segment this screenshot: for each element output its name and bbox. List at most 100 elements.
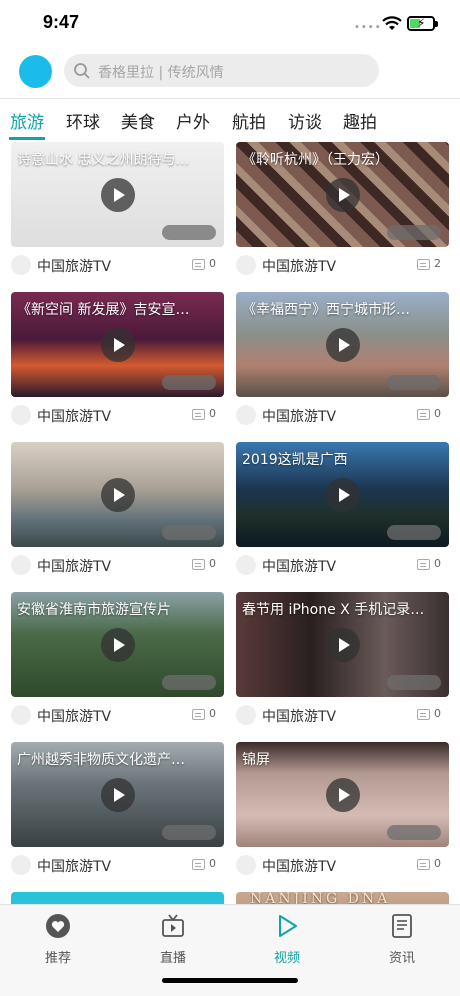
- category-tabs: 旅游 环球 美食 户外 航拍 访谈 趣拍: [0, 100, 460, 140]
- video-title: 《聆听杭州》（王力宏）: [242, 152, 389, 168]
- video-source: 中国旅游TV: [37, 409, 112, 425]
- comment-icon: [417, 709, 430, 720]
- comment-count: 0: [434, 557, 441, 570]
- tab-food[interactable]: 美食: [121, 108, 155, 133]
- duration-badge: [162, 225, 216, 240]
- nav-recommend[interactable]: 推荐: [18, 913, 98, 966]
- nav-news[interactable]: 资讯: [362, 913, 442, 966]
- comment-icon: [192, 559, 205, 570]
- source-avatar: [236, 405, 256, 425]
- comment-icon: [192, 859, 205, 870]
- duration-badge: [387, 375, 441, 390]
- comment-count: 0: [434, 407, 441, 420]
- video-card[interactable]: 广州越秀非物质文化遗产… 中国旅游TV 0: [11, 742, 224, 882]
- play-icon[interactable]: [326, 328, 360, 362]
- video-title: 锦屏: [242, 752, 270, 768]
- search-bar[interactable]: 香格里拉 | 传统风情: [64, 54, 379, 87]
- video-meta: 中国旅游TV 0: [11, 255, 224, 275]
- play-icon: [279, 915, 297, 937]
- play-icon[interactable]: [101, 328, 135, 362]
- play-icon[interactable]: [326, 478, 360, 512]
- play-icon[interactable]: [101, 628, 135, 662]
- video-card[interactable]: 《幸福西宁》西宁城市形… 中国旅游TV 0: [236, 292, 449, 432]
- duration-badge: [387, 525, 441, 540]
- tv-icon: [162, 914, 184, 937]
- wifi-icon: [382, 16, 402, 30]
- comment-icon: [417, 259, 430, 270]
- video-card[interactable]: NANJING DNA: [236, 892, 449, 904]
- header-divider: [0, 98, 460, 99]
- video-card[interactable]: 安徽省淮南市旅游宣传片 中国旅游TV 0: [11, 592, 224, 732]
- video-thumbnail[interactable]: 安徽省淮南市旅游宣传片: [11, 592, 224, 697]
- video-title: 2019这凯是广西: [242, 452, 348, 468]
- video-source: 中国旅游TV: [37, 559, 112, 575]
- source-avatar: [236, 855, 256, 875]
- tab-outdoor[interactable]: 户外: [176, 108, 210, 133]
- video-thumbnail[interactable]: [11, 442, 224, 547]
- comment-icon: [192, 409, 205, 420]
- video-thumbnail[interactable]: 《新空间 新发展》吉安宣…: [11, 292, 224, 397]
- video-source: 中国旅游TV: [37, 709, 112, 725]
- comment-count: 0: [209, 857, 216, 870]
- video-thumbnail[interactable]: 锦屏: [236, 742, 449, 847]
- video-card[interactable]: 诗意山水 忠义之州朗待与… 中国旅游TV 0: [11, 142, 224, 282]
- video-card[interactable]: 《聆听杭州》（王力宏） 中国旅游TV 2: [236, 142, 449, 282]
- video-card[interactable]: [11, 892, 224, 904]
- play-icon[interactable]: [101, 478, 135, 512]
- video-meta: 中国旅游TV 0: [11, 555, 224, 575]
- video-grid: 诗意山水 忠义之州朗待与… 中国旅游TV 0 《聆听杭州》（王力宏） 中国旅游T…: [0, 142, 460, 904]
- video-thumbnail[interactable]: 《幸福西宁》西宁城市形…: [236, 292, 449, 397]
- nav-label: 资讯: [388, 951, 415, 966]
- tab-fun[interactable]: 趣拍: [343, 108, 377, 133]
- video-source: 中国旅游TV: [37, 859, 112, 875]
- play-icon[interactable]: [326, 778, 360, 812]
- video-thumbnail[interactable]: 诗意山水 忠义之州朗待与…: [11, 142, 224, 247]
- video-thumbnail[interactable]: NANJING DNA: [236, 892, 449, 904]
- video-thumbnail[interactable]: 《聆听杭州》（王力宏）: [236, 142, 449, 247]
- avatar[interactable]: [19, 55, 52, 88]
- video-thumbnail[interactable]: [11, 892, 224, 904]
- tab-travel[interactable]: 旅游: [10, 108, 44, 133]
- video-card[interactable]: 中国旅游TV 0: [11, 442, 224, 582]
- source-avatar: [236, 255, 256, 275]
- tab-active-indicator: [9, 137, 45, 140]
- video-card[interactable]: 《新空间 新发展》吉安宣… 中国旅游TV 0: [11, 292, 224, 432]
- video-thumbnail[interactable]: 2019这凯是广西: [236, 442, 449, 547]
- video-meta: 中国旅游TV 0: [11, 705, 224, 725]
- nav-video[interactable]: 视频: [247, 913, 327, 966]
- play-icon[interactable]: [101, 178, 135, 212]
- video-title: 《新空间 新发展》吉安宣…: [17, 302, 190, 318]
- video-thumbnail[interactable]: 春节用 iPhone X 手机记录…: [236, 592, 449, 697]
- play-icon[interactable]: [326, 178, 360, 212]
- heart-icon: [46, 914, 70, 938]
- source-avatar: [11, 405, 31, 425]
- nav-live[interactable]: 直播: [133, 913, 213, 966]
- video-card[interactable]: 锦屏 中国旅游TV 0: [236, 742, 449, 882]
- video-card[interactable]: 2019这凯是广西 中国旅游TV 0: [236, 442, 449, 582]
- video-title: 安徽省淮南市旅游宣传片: [17, 602, 171, 618]
- home-indicator: [162, 978, 298, 983]
- duration-badge: [162, 825, 216, 840]
- comment-count: 0: [209, 407, 216, 420]
- tab-aerial[interactable]: 航拍: [232, 108, 266, 133]
- video-card[interactable]: 春节用 iPhone X 手机记录… 中国旅游TV 0: [236, 592, 449, 732]
- comment-count: 0: [434, 857, 441, 870]
- tab-global[interactable]: 环球: [66, 108, 100, 133]
- tab-interview[interactable]: 访谈: [288, 108, 322, 133]
- comment-icon: [417, 559, 430, 570]
- duration-badge: [387, 675, 441, 690]
- video-source: 中国旅游TV: [262, 559, 337, 575]
- video-thumbnail[interactable]: 广州越秀非物质文化遗产…: [11, 742, 224, 847]
- play-icon[interactable]: [326, 628, 360, 662]
- video-source: 中国旅游TV: [37, 259, 112, 275]
- comment-icon: [192, 709, 205, 720]
- search-placeholder: 香格里拉 | 传统风情: [98, 65, 224, 81]
- video-title: 《幸福西宁》西宁城市形…: [242, 302, 410, 318]
- status-bar: 9:47 •••• ⚡: [0, 0, 460, 48]
- video-source: 中国旅游TV: [262, 859, 337, 875]
- battery-icon: ⚡: [407, 16, 438, 31]
- source-avatar: [236, 555, 256, 575]
- source-avatar: [11, 255, 31, 275]
- duration-badge: [387, 225, 441, 240]
- play-icon[interactable]: [101, 778, 135, 812]
